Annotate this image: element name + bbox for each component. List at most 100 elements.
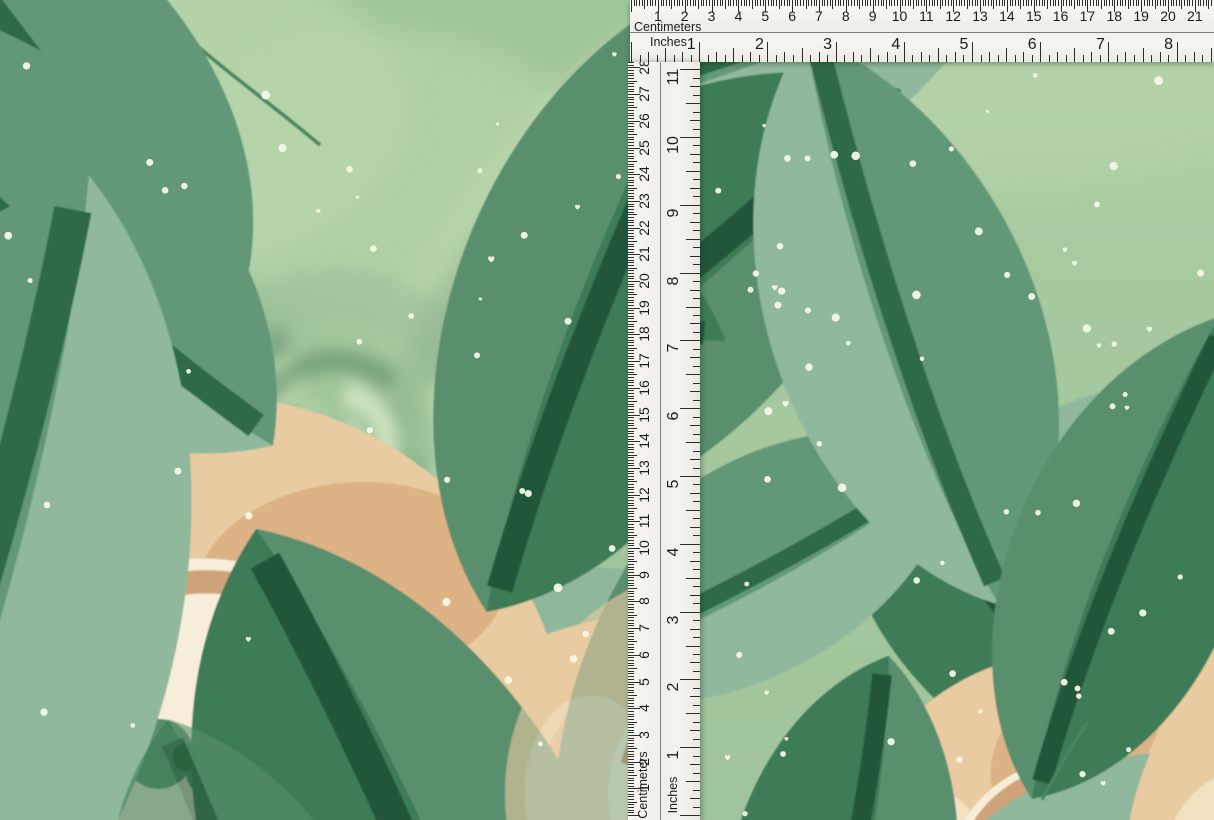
v-ruler-cm-number: 10: [637, 540, 651, 556]
ruler-tick: [1211, 0, 1212, 6]
ruler-tick: [628, 91, 634, 92]
ruler-tick: [628, 102, 634, 103]
ruler-tick: [808, 0, 809, 6]
ruler-tick: [736, 0, 737, 6]
ruler-tick: [628, 756, 634, 757]
ruler-tick: [628, 604, 634, 605]
ruler-tick: [671, 0, 672, 9]
v-ruler-cm-number: 24: [637, 166, 651, 182]
ruler-tick: [691, 55, 692, 62]
polka-dot: [978, 709, 982, 713]
ruler-tick: [628, 439, 634, 440]
polka-dot: [940, 561, 944, 565]
ruler-tick: [1023, 0, 1024, 6]
ruler-tick: [686, 510, 700, 511]
ruler-tick: [1125, 52, 1126, 62]
ruler-tick: [628, 812, 634, 813]
ruler-tick: [628, 508, 637, 509]
ruler-tick: [1047, 0, 1048, 9]
ruler-tick: [889, 0, 890, 6]
ruler-tick: [628, 652, 634, 653]
polka-dot: [28, 278, 33, 283]
ruler-tick: [628, 313, 634, 314]
ruler-tick: [894, 0, 895, 6]
ruler-tick: [628, 436, 634, 437]
ruler-tick: [628, 249, 634, 250]
ruler-tick: [690, 154, 700, 155]
polka-dot: [245, 512, 252, 519]
ruler-tick: [967, 0, 968, 9]
ruler-tick: [628, 679, 634, 680]
ruler-tick: [628, 268, 637, 269]
ruler-tick: [1074, 0, 1075, 9]
ruler-tick: [628, 278, 634, 279]
ruler-tick: [628, 292, 634, 293]
polka-dot: [715, 188, 721, 194]
ruler-tick: [628, 212, 634, 213]
ruler-tick: [1040, 42, 1041, 62]
ruler-tick: [682, 0, 683, 6]
ruler-tick: [628, 663, 634, 664]
ruler-tick: [628, 83, 634, 84]
h-ruler-inch-number: 1: [687, 37, 696, 53]
ruler-tick: [628, 751, 634, 752]
ruler-tick: [628, 270, 634, 271]
ruler-tick: [1091, 52, 1092, 62]
ruler-tick: [1108, 42, 1109, 62]
ruler-tick: [1160, 52, 1161, 62]
ruler-tick: [690, 425, 700, 426]
ruler-tick: [977, 0, 978, 6]
ruler-tick: [628, 612, 634, 613]
ruler-tick: [908, 0, 909, 6]
ruler-tick: [628, 188, 637, 189]
ruler-tick: [628, 345, 634, 346]
ruler-tick: [830, 0, 831, 6]
ruler-tick: [693, 535, 700, 536]
h-ruler-cm-number: 18: [1107, 9, 1123, 23]
ruler-tick: [628, 156, 634, 157]
ruler-tick: [1203, 0, 1204, 6]
h-ruler-cm-number: 12: [945, 9, 961, 23]
ruler-tick: [631, 0, 632, 12]
h-ruler-cm-number: 15: [1026, 9, 1042, 23]
ruler-tick: [628, 657, 634, 658]
ruler-tick: [800, 0, 801, 6]
ruler-tick: [663, 0, 664, 6]
ruler-tick: [628, 724, 634, 725]
v-ruler-cm-number: 15: [637, 407, 651, 423]
h-ruler-cm-number: 9: [869, 9, 877, 23]
ruler-tick: [1098, 0, 1099, 6]
ruler-tick: [776, 55, 777, 62]
ruler-tick: [932, 0, 933, 6]
ruler-tick: [628, 556, 634, 557]
ruler-tick: [628, 420, 634, 421]
ruler-tick: [628, 775, 637, 776]
ruler-tick: [628, 687, 634, 688]
polka-dot: [1028, 293, 1035, 300]
ruler-tick: [628, 382, 634, 383]
ruler-tick: [628, 447, 634, 448]
ruler-tick: [682, 52, 683, 62]
polka-dot: [736, 652, 742, 658]
ruler-tick: [956, 0, 957, 6]
ruler-tick: [959, 0, 960, 6]
polka-dot: [186, 369, 191, 374]
polka-dot: [949, 670, 956, 677]
ruler-tick: [628, 553, 634, 554]
ruler-tick: [628, 302, 634, 303]
ruler-tick: [1194, 52, 1195, 62]
ruler-tick: [1163, 0, 1164, 6]
ruler-tick: [628, 273, 634, 274]
ruler-tick: [924, 0, 925, 6]
ruler-tick: [628, 225, 634, 226]
ruler-tick: [628, 431, 634, 432]
ruler-tick: [1128, 0, 1129, 9]
ruler-tick: [983, 0, 984, 6]
ruler-tick: [628, 543, 634, 544]
ruler-tick: [628, 527, 634, 528]
ruler-tick: [716, 52, 717, 62]
v-ruler-cm-number: 7: [637, 624, 651, 632]
h-ruler-cm-number: 10: [892, 9, 908, 23]
v-ruler-cm-number: 20: [637, 273, 651, 289]
ruler-tick: [878, 55, 879, 62]
